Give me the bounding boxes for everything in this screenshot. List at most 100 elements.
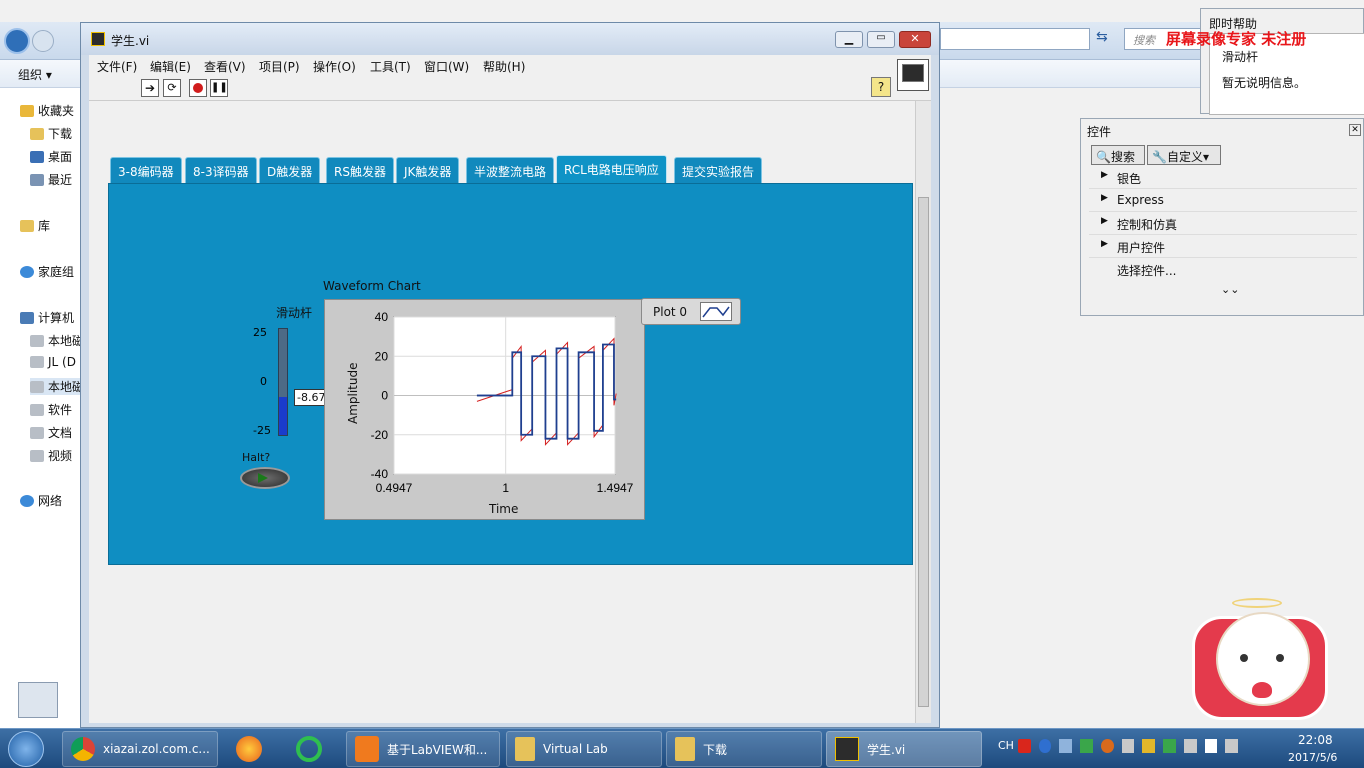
palette-title: 控件: [1087, 125, 1112, 139]
nav-label: 库: [38, 219, 51, 233]
halt-label: Halt?: [242, 451, 271, 464]
x-tick-label: 1.4947: [597, 481, 634, 495]
taskbar-pdf[interactable]: 基于LabVIEW和...: [346, 731, 500, 767]
palette-item-user-controls[interactable]: ▶ 用户控件: [1089, 236, 1357, 258]
nav-homegroup[interactable]: 家庭组: [20, 263, 74, 280]
tab-submit-report[interactable]: 提交实验报告: [674, 157, 763, 183]
nav-downloads[interactable]: 下载: [30, 125, 72, 142]
start-button[interactable]: [8, 731, 44, 767]
address-field[interactable]: [940, 28, 1090, 50]
taskbar-labview[interactable]: 学生.vi: [826, 731, 982, 767]
nav-network[interactable]: 网络: [20, 492, 62, 509]
menu-edit[interactable]: 编辑(E): [150, 58, 191, 75]
folder-icon: [515, 737, 535, 761]
tab-half-wave-rectifier[interactable]: 半波整流电路: [466, 157, 555, 183]
nav-drive[interactable]: 本地磁: [30, 332, 84, 349]
menu-view[interactable]: 查看(V): [204, 58, 246, 75]
vertical-scrollbar[interactable]: [915, 101, 931, 723]
tab-decoder-8-3[interactable]: 8-3译码器: [185, 157, 257, 183]
forward-icon[interactable]: [32, 30, 54, 52]
computer-icon: [20, 311, 34, 324]
chart-legend[interactable]: Plot 0: [641, 298, 741, 325]
menu-project[interactable]: 项目(P): [259, 58, 300, 75]
nav-drive[interactable]: 视频: [30, 447, 72, 464]
nav-library[interactable]: 库: [20, 217, 50, 234]
maximize-button[interactable]: ▭: [867, 31, 895, 48]
input-language[interactable]: CH: [998, 739, 1014, 752]
slider-tick: -25: [253, 424, 271, 437]
app-icon: [296, 736, 322, 762]
nav-label: 网络: [38, 494, 63, 508]
tab-rcl-voltage-response[interactable]: RCL电路电压响应: [556, 155, 667, 185]
close-button[interactable]: ✕: [899, 31, 931, 48]
palette-item-select-control[interactable]: 选择控件...: [1089, 259, 1357, 281]
nav-label: 家庭组: [38, 265, 75, 279]
explorer-nav-pane: 收藏夹 下载 桌面 最近 库 家庭组 计算机 本地磁 JL (D 本地磁 软件 …: [0, 88, 85, 728]
taskbar-chrome[interactable]: xiazai.zol.com.c...: [62, 731, 218, 767]
pause-icon[interactable]: ❚❚: [210, 79, 228, 97]
minimize-button[interactable]: ▁: [835, 31, 863, 48]
y-tick-label: 40: [375, 310, 389, 324]
slider-track[interactable]: [278, 328, 288, 436]
menu-operate[interactable]: 操作(O): [313, 58, 356, 75]
nav-drive[interactable]: 文档: [30, 424, 72, 441]
nav-label: 视频: [48, 449, 73, 463]
search-button[interactable]: 🔍搜索: [1091, 145, 1145, 165]
expand-more-icon[interactable]: ⌄⌄: [1221, 283, 1239, 296]
x-tick-label: 0.4947: [376, 481, 413, 495]
close-icon[interactable]: ✕: [1349, 124, 1361, 136]
y-tick-label: -40: [371, 467, 389, 481]
context-help-icon[interactable]: ?: [871, 77, 891, 97]
palette-item-silver[interactable]: ▶ 银色: [1089, 167, 1357, 189]
tab-jk-flipflop[interactable]: JK触发器: [396, 157, 460, 183]
menu-help[interactable]: 帮助(H): [483, 58, 525, 75]
tab-encoder-3-8[interactable]: 3-8编码器: [110, 157, 182, 183]
run-continuously-icon[interactable]: ⟳: [163, 79, 181, 97]
palette-item-control-sim[interactable]: ▶ 控制和仿真: [1089, 213, 1357, 235]
tab-d-flipflop[interactable]: D触发器: [259, 157, 321, 183]
taskbar-downloads[interactable]: 下载: [666, 731, 822, 767]
nav-recent[interactable]: 最近: [30, 171, 72, 188]
nav-drive[interactable]: 软件: [30, 401, 72, 418]
waveform-plot-area[interactable]: 40 20 0 -20 -400.4947 1 1.4947: [324, 299, 645, 520]
taskbar: xiazai.zol.com.c... 基于LabVIEW和... Virtua…: [0, 728, 1364, 768]
abort-icon[interactable]: [189, 79, 207, 97]
halt-button[interactable]: [240, 467, 290, 489]
taskbar-virtual-lab[interactable]: Virtual Lab: [506, 731, 662, 767]
nav-favorites[interactable]: 收藏夹: [20, 102, 74, 119]
expand-arrow-icon: ▶: [1101, 239, 1108, 249]
search-icon: 🔍: [1096, 150, 1111, 164]
nav-drive[interactable]: 本地磁: [30, 378, 85, 395]
tab-rs-flipflop[interactable]: RS触发器: [326, 157, 394, 183]
nav-drive[interactable]: JL (D: [30, 355, 76, 369]
organize-button[interactable]: 组织 ▾: [18, 66, 52, 83]
clock-date[interactable]: 2017/5/6: [1288, 751, 1337, 764]
nav-label: 本地磁: [48, 334, 85, 348]
refresh-icon[interactable]: ⇆: [1096, 29, 1116, 49]
palette-item-express[interactable]: ▶ Express: [1089, 190, 1357, 212]
window-titlebar: 学生.vi ▁ ▭ ✕: [81, 23, 939, 55]
nav-label: 文档: [48, 426, 73, 440]
customize-button[interactable]: 🔧自定义▾: [1147, 145, 1221, 165]
clock-time[interactable]: 22:08: [1298, 733, 1333, 747]
menu-file[interactable]: 文件(F): [97, 58, 137, 75]
taskbar-app-green[interactable]: [288, 731, 340, 767]
menu-tools[interactable]: 工具(T): [370, 58, 411, 75]
back-icon[interactable]: [4, 28, 30, 54]
nav-desktop[interactable]: 桌面: [30, 148, 72, 165]
vi-connector-icon: [897, 59, 929, 91]
taskbar-firefox[interactable]: [228, 731, 280, 767]
expand-arrow-icon: ▶: [1101, 193, 1108, 203]
run-icon[interactable]: ➔: [141, 79, 159, 97]
palette-item-label: 用户控件: [1117, 241, 1166, 255]
toolbar: ➔ ⟳ ❚❚ ?: [89, 77, 931, 101]
menu-window[interactable]: 窗口(W): [424, 58, 469, 75]
nav-label: 下载: [48, 127, 73, 141]
menu-bar: 文件(F) 编辑(E) 查看(V) 项目(P) 操作(O) 工具(T) 窗口(W…: [89, 55, 931, 77]
palette-item-label: Express: [1117, 193, 1164, 207]
x-tick-label: 1: [502, 481, 509, 495]
labview-file-icon[interactable]: [18, 682, 58, 718]
mascot-sticker: [1188, 598, 1334, 724]
library-icon: [20, 219, 34, 232]
nav-computer[interactable]: 计算机: [20, 309, 74, 326]
